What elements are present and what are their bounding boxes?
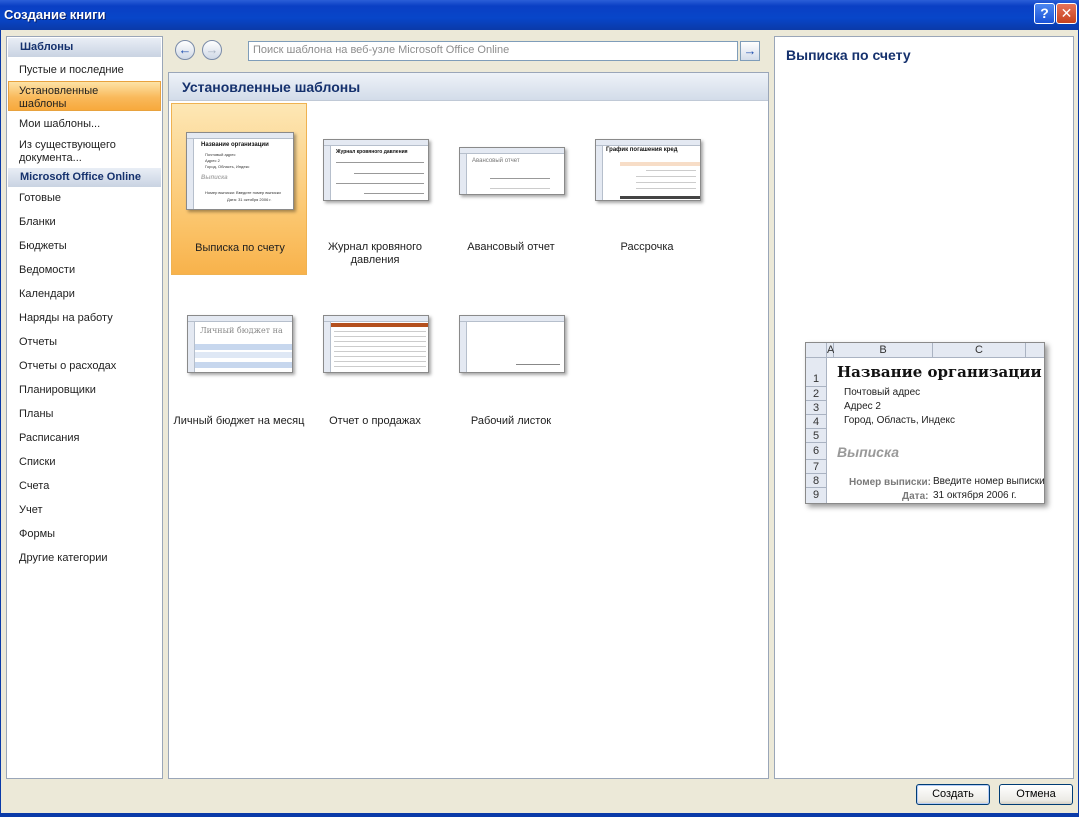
template-label: Журнал кровяного давления — [328, 241, 422, 266]
create-button[interactable]: Создать — [916, 784, 990, 805]
category-online-invoices[interactable]: Счета — [19, 480, 49, 493]
row-header: 8 — [806, 474, 827, 488]
title-bar: Создание книги ? ✕ — [0, 0, 1079, 30]
thumb-text: Город, Область, Индекс — [205, 164, 250, 169]
category-online-other[interactable]: Другие категории — [19, 552, 108, 565]
preview-pane: Выписка по счету A B C 1 2 3 4 5 6 7 8 9… — [774, 36, 1074, 779]
row-header: 5 — [806, 429, 827, 443]
template-thumbnail: Название организации Почтовый адрес Адре… — [186, 132, 294, 210]
thumb-text: Почтовый адрес — [205, 152, 236, 157]
thumb-text: Авансовый отчет — [472, 158, 520, 164]
help-button[interactable]: ? — [1034, 3, 1055, 24]
template-preview: A B C 1 2 3 4 5 6 7 8 9 Название организ… — [805, 342, 1045, 504]
online-header: Microsoft Office Online — [8, 168, 161, 187]
preview-city: Город, Область, Индекс — [844, 415, 955, 426]
template-thumbnail — [459, 315, 565, 373]
template-tile-account-statement[interactable]: Название организации Почтовый адрес Адре… — [171, 103, 307, 275]
category-online-accounting[interactable]: Учет — [19, 504, 43, 517]
preview-doc-title: Выписка — [837, 444, 900, 460]
template-thumbnail — [323, 315, 429, 373]
category-blank-recent[interactable]: Пустые и последние — [19, 64, 124, 77]
template-thumbnail: Журнал кровяного давления — [323, 139, 429, 201]
category-online-work-orders[interactable]: Наряды на работу — [19, 312, 113, 325]
template-thumbnail: Авансовый отчет — [459, 147, 565, 195]
category-installed-templates[interactable]: Установленные шаблоны — [19, 85, 124, 111]
window-title: Создание книги — [4, 7, 106, 22]
thumb-text: Дата: 31 октября 2006 г. — [227, 197, 272, 202]
column-header — [1026, 343, 1044, 358]
row-header: 4 — [806, 415, 827, 429]
template-label: Отчет о продажах — [329, 415, 421, 427]
thumb-text: График погашения кред — [606, 147, 678, 153]
preview-org-name: Название организации — [837, 363, 1042, 381]
preview-title: Выписка по счету — [786, 47, 911, 63]
preview-number-value: Введите номер выписки — [933, 476, 1045, 487]
category-online-expense-reports[interactable]: Отчеты о расходах — [19, 360, 116, 373]
category-my-templates[interactable]: Мои шаблоны... — [19, 118, 100, 131]
thumb-text: Название организации — [201, 142, 269, 148]
column-header: C — [933, 343, 1026, 358]
template-label: Выписка по счету — [195, 242, 285, 254]
row-header: 2 — [806, 387, 827, 401]
category-online-budgets[interactable]: Бюджеты — [19, 240, 67, 253]
preview-date-label: Дата: — [902, 491, 929, 502]
thumb-text: Адрес 2 — [205, 158, 220, 163]
forward-arrow-icon[interactable]: → — [202, 40, 222, 60]
row-header: 1 — [806, 358, 827, 387]
select-all-corner — [806, 343, 827, 358]
thumb-text: Выписка — [201, 175, 228, 181]
category-online-reports[interactable]: Отчеты — [19, 336, 57, 349]
category-online-lists[interactable]: Списки — [19, 456, 56, 469]
category-online-planners[interactable]: Планировщики — [19, 384, 96, 397]
search-input[interactable]: Поиск шаблона на веб-узле Microsoft Offi… — [248, 41, 738, 61]
row-header: 7 — [806, 460, 827, 474]
preview-number-label: Номер выписки: — [849, 477, 931, 488]
category-online-forms[interactable]: Формы — [19, 528, 55, 541]
navigation-bar: ← → Поиск шаблона на веб-узле Microsoft … — [168, 36, 769, 66]
template-tile-personal-budget[interactable]: Личный бюджет на Личный бюджет на месяц — [171, 277, 307, 449]
preview-date-value: 31 октября 2006 г. — [933, 490, 1017, 501]
template-tile-blood-pressure[interactable]: Журнал кровяного давления Журнал кровяно… — [307, 103, 443, 275]
category-online-calendars[interactable]: Календари — [19, 288, 75, 301]
category-from-existing[interactable]: Из существующего документа... — [19, 139, 139, 165]
templates-pane: Установленные шаблоны Название организац… — [168, 72, 769, 779]
category-pane: Шаблоны Пустые и последние Установленные… — [6, 36, 163, 779]
category-online-statements[interactable]: Ведомости — [19, 264, 75, 277]
thumb-text: Журнал кровяного давления — [336, 149, 408, 155]
category-online-schedules[interactable]: Расписания — [19, 432, 79, 445]
template-label: Рассрочка — [620, 241, 674, 253]
template-tile-advance-report[interactable]: Авансовый отчет Авансовый отчет — [443, 103, 579, 275]
row-header: 9 — [806, 488, 827, 503]
templates-pane-title: Установленные шаблоны — [169, 73, 768, 101]
column-header: A — [827, 343, 835, 358]
template-label: Рабочий листок — [470, 415, 552, 427]
row-header: 6 — [806, 443, 827, 460]
template-label: Личный бюджет на месяц — [173, 415, 305, 427]
cancel-button[interactable]: Отмена — [999, 784, 1073, 805]
category-online-plans[interactable]: Планы — [19, 408, 53, 421]
preview-address1: Почтовый адрес — [844, 387, 921, 398]
template-tile-installment[interactable]: График погашения кред Рассрочка — [579, 103, 715, 275]
column-header: B — [834, 343, 933, 358]
row-header: 3 — [806, 401, 827, 415]
category-online-forms-blank[interactable]: Бланки — [19, 216, 56, 229]
back-arrow-icon[interactable]: ← — [175, 40, 195, 60]
template-thumbnail: Личный бюджет на — [187, 315, 293, 373]
thumb-text: Личный бюджет на — [200, 326, 283, 335]
templates-header: Шаблоны — [8, 38, 161, 57]
thumb-text: Номер выписки: Введите номер выписки — [205, 190, 281, 195]
template-thumbnail: График погашения кред — [595, 139, 701, 201]
go-arrow-icon[interactable]: → — [740, 41, 760, 61]
dialog-body: Шаблоны Пустые и последние Установленные… — [0, 30, 1079, 813]
window-border-bottom — [0, 813, 1079, 817]
template-tile-worksheet[interactable]: Рабочий листок — [443, 277, 579, 449]
preview-address2: Адрес 2 — [844, 401, 881, 412]
category-online-ready[interactable]: Готовые — [19, 192, 61, 205]
close-button[interactable]: ✕ — [1056, 3, 1077, 24]
template-label: Авансовый отчет — [467, 241, 555, 253]
template-tile-sales-report[interactable]: Отчет о продажах — [307, 277, 443, 449]
